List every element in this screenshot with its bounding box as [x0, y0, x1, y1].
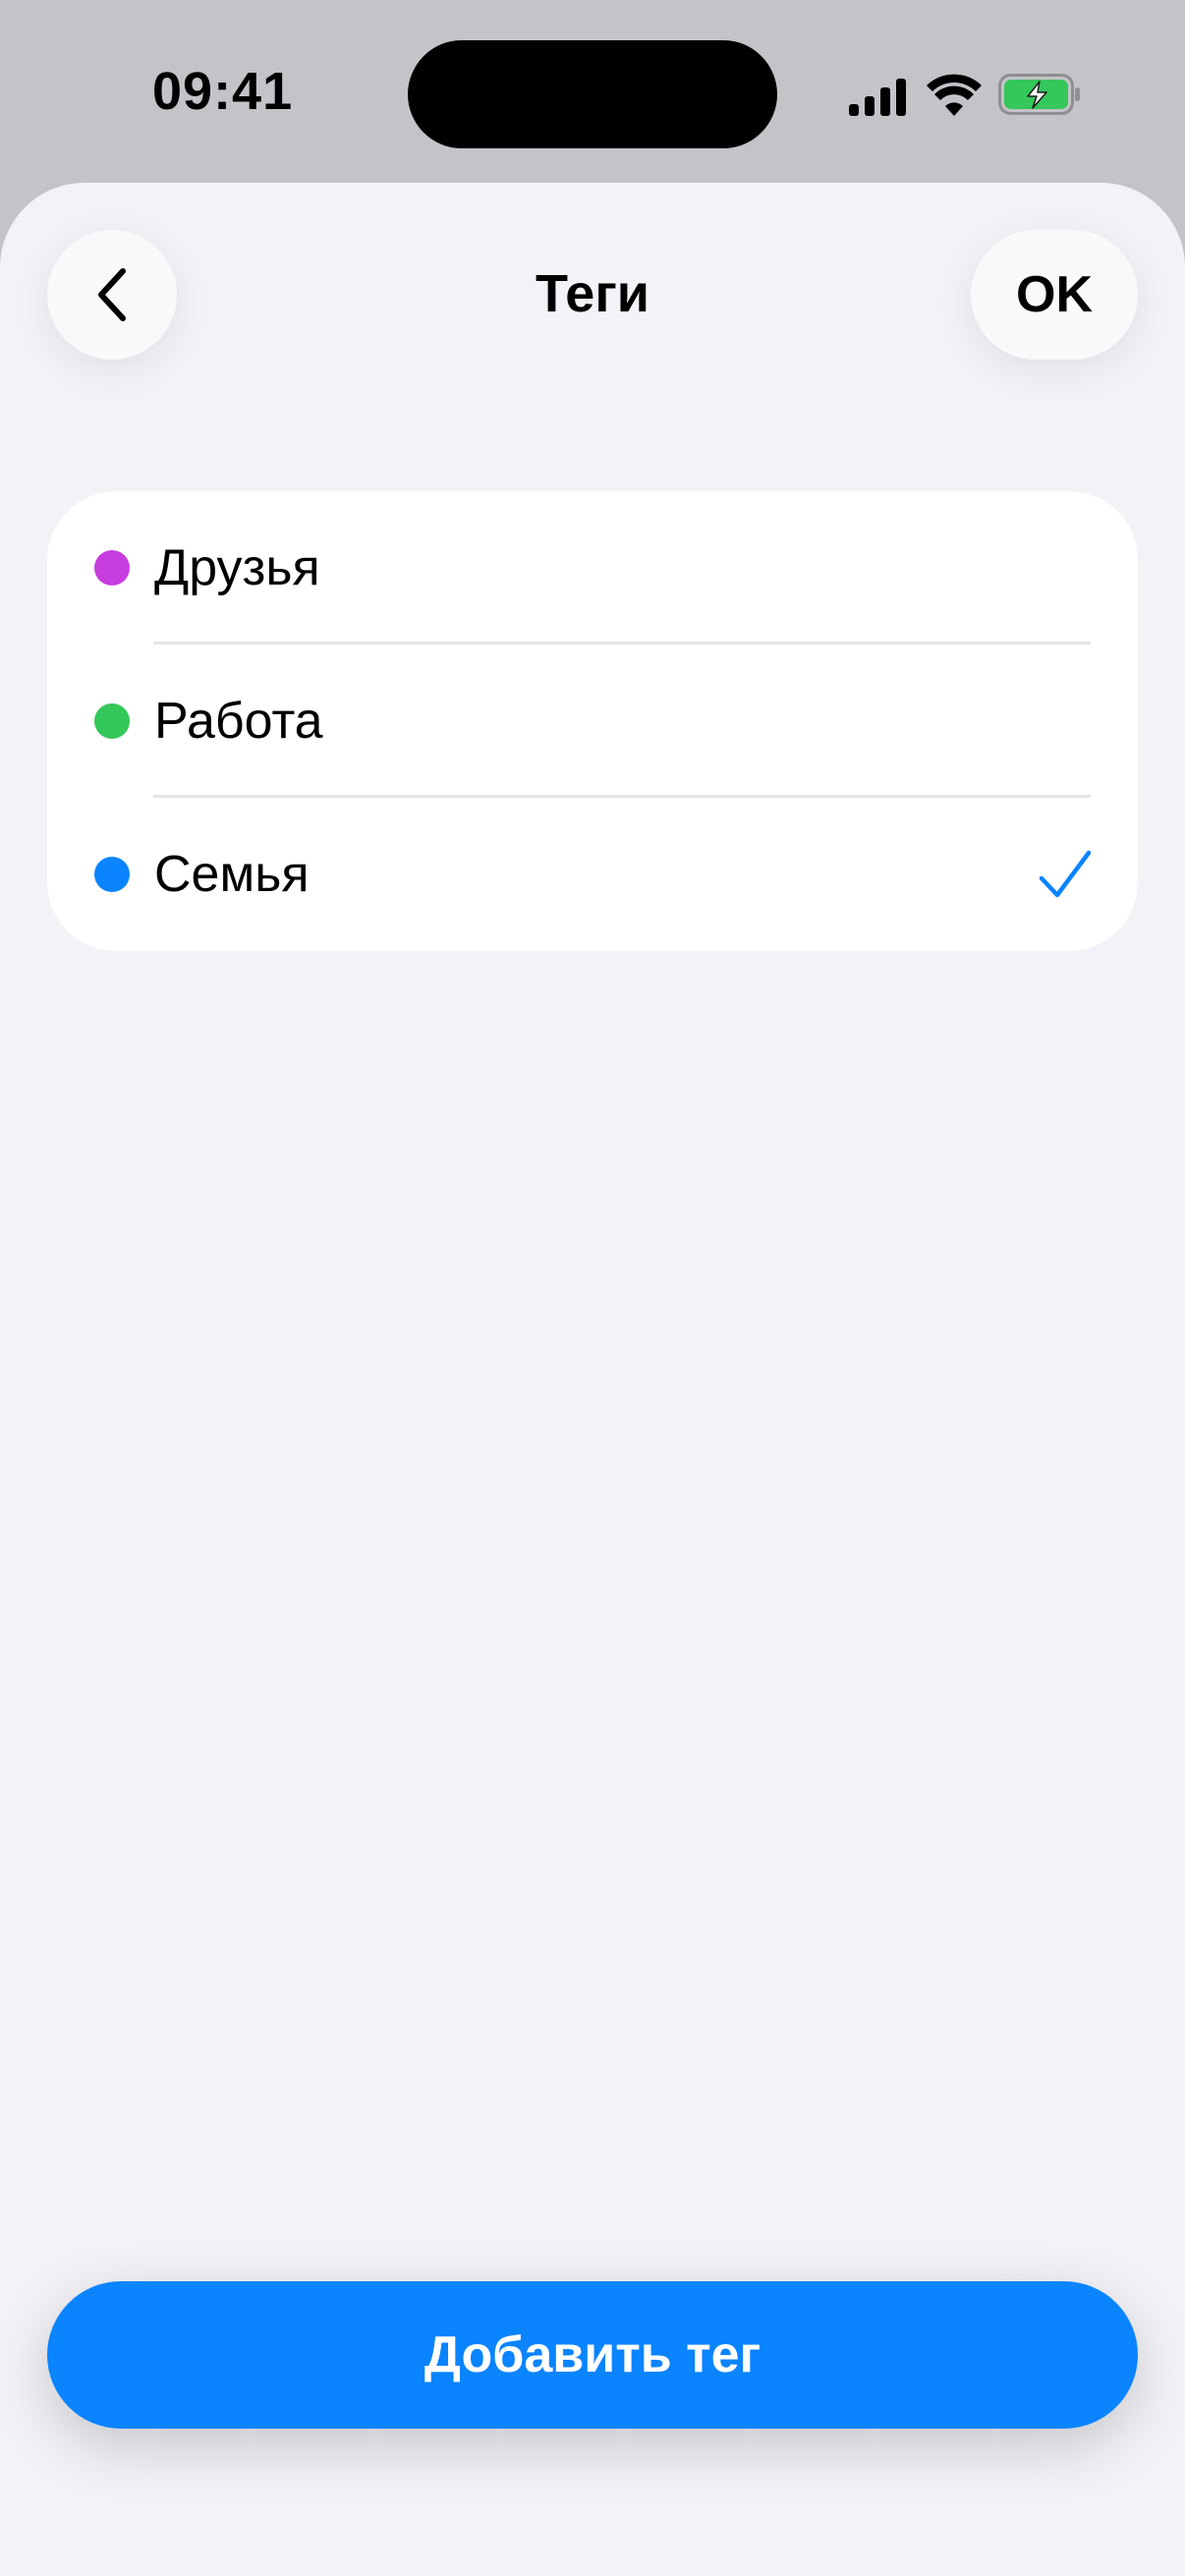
checkmark-icon [1039, 850, 1092, 898]
tag-list: Друзья Работа Семья [47, 491, 1138, 951]
tag-row-family[interactable]: Семья [47, 798, 1138, 951]
wifi-icon [927, 74, 982, 116]
tag-row-work[interactable]: Работа [47, 644, 1138, 798]
tag-label: Семья [154, 846, 310, 903]
add-tag-button[interactable]: Добавить тег [47, 2281, 1138, 2429]
status-bar: 09:41 [0, 0, 1185, 187]
status-time: 09:41 [152, 62, 294, 121]
tags-sheet: Теги OK Друзья Работа Семья Добавить тег [0, 183, 1185, 2576]
ok-button[interactable]: OK [971, 230, 1138, 360]
tag-label: Друзья [154, 539, 320, 596]
tag-label: Работа [154, 693, 323, 750]
battery-charging-icon [998, 74, 1080, 115]
tag-row-friends[interactable]: Друзья [47, 491, 1138, 644]
tag-color-dot [94, 703, 130, 739]
tag-color-dot [94, 550, 130, 586]
dynamic-island [408, 40, 777, 148]
cellular-signal-icon [849, 79, 906, 116]
tag-color-dot [94, 857, 130, 892]
